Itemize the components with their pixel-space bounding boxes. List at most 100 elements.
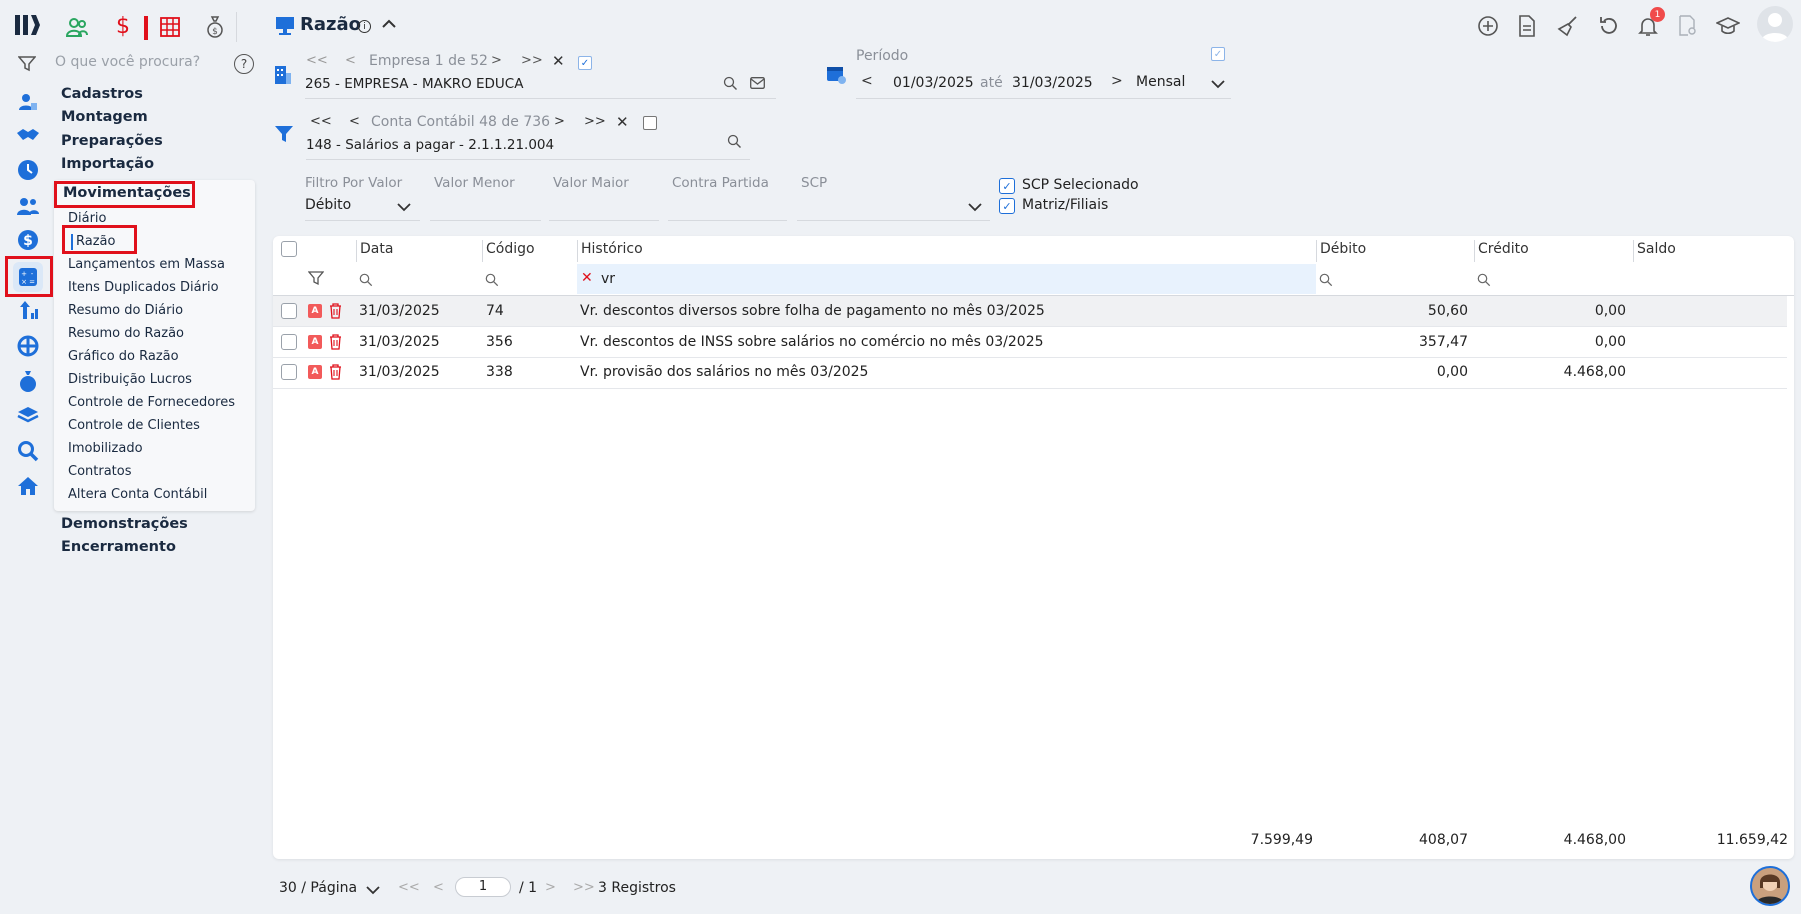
empresa-clear-icon[interactable]: ✕ xyxy=(552,52,565,70)
row-checkbox[interactable] xyxy=(281,303,297,319)
periodo-prev-button[interactable]: < xyxy=(861,73,873,89)
submenu-controle-clientes[interactable]: Controle de Clientes xyxy=(68,418,200,433)
submenu-imobilizado[interactable]: Imobilizado xyxy=(68,441,143,456)
trash-icon[interactable] xyxy=(329,303,342,323)
help-icon[interactable]: ? xyxy=(234,54,254,74)
codigo-filter-search-icon[interactable] xyxy=(485,273,499,287)
filtro-por-valor-select[interactable]: Débito xyxy=(305,197,351,213)
handshake-icon[interactable] xyxy=(12,119,44,151)
graduation-cap-icon[interactable] xyxy=(1715,16,1741,40)
credito-filter-search-icon[interactable] xyxy=(1477,273,1491,287)
column-header-data[interactable]: Data xyxy=(360,241,393,257)
page-prev-button[interactable]: < xyxy=(433,880,444,895)
empresa-mail-icon[interactable] xyxy=(750,77,765,93)
menu-importacao[interactable]: Importação xyxy=(61,156,154,172)
historico-filter-clear-icon[interactable]: ✕ xyxy=(581,270,593,286)
chevron-down-icon[interactable] xyxy=(968,200,982,216)
empresa-last-button[interactable]: >> xyxy=(521,53,543,68)
filter-icon[interactable] xyxy=(17,56,37,76)
menu-encerramento[interactable]: Encerramento xyxy=(61,539,176,555)
submenu-resumo-razao[interactable]: Resumo do Razão xyxy=(68,326,184,341)
column-header-credito[interactable]: Crédito xyxy=(1478,241,1529,257)
add-circle-icon[interactable] xyxy=(1477,15,1499,41)
app-switcher-finance-icon[interactable]: $ xyxy=(116,14,130,39)
data-filter-search-icon[interactable] xyxy=(359,273,373,287)
network-icon[interactable] xyxy=(12,330,44,362)
column-header-debito[interactable]: Débito xyxy=(1320,241,1366,257)
table-row[interactable]: A 31/03/2025 74 Vr. descontos diversos s… xyxy=(273,296,1787,327)
info-icon[interactable]: i xyxy=(358,20,371,33)
page-last-button[interactable]: >> xyxy=(573,880,595,895)
app-switcher-spreadsheet-icon[interactable] xyxy=(160,17,180,41)
scp-selecionado-checkbox[interactable]: ✓ xyxy=(999,178,1015,194)
empresa-checkbox[interactable]: ✓ xyxy=(578,56,592,70)
clock-icon[interactable] xyxy=(12,154,44,186)
page-first-button[interactable]: << xyxy=(398,880,420,895)
row-checkbox[interactable] xyxy=(281,364,297,380)
refresh-icon[interactable] xyxy=(1598,15,1620,41)
table-row[interactable]: A 31/03/2025 356 Vr. descontos de INSS s… xyxy=(273,327,1787,358)
menu-montagem[interactable]: Montagem xyxy=(61,109,148,125)
periodo-mode-select[interactable]: Mensal xyxy=(1136,74,1185,90)
support-assistant-avatar[interactable] xyxy=(1750,866,1790,906)
menu-cadastros[interactable]: Cadastros xyxy=(61,86,143,102)
periodo-end-date[interactable]: 31/03/2025 xyxy=(1012,75,1093,91)
users-icon[interactable] xyxy=(12,190,44,222)
submenu-diario[interactable]: Diário xyxy=(68,211,107,226)
row-a-badge[interactable]: A xyxy=(308,304,322,318)
layers-icon[interactable] xyxy=(12,400,44,432)
chevron-down-icon[interactable] xyxy=(1211,77,1225,93)
valor-maior-input[interactable] xyxy=(549,195,659,219)
submenu-controle-fornecedores[interactable]: Controle de Fornecedores xyxy=(68,395,235,410)
app-logo[interactable] xyxy=(14,12,42,38)
conta-next-button[interactable]: > xyxy=(554,114,565,129)
per-page-select[interactable]: 30 / Página xyxy=(279,880,357,896)
conta-search-icon[interactable] xyxy=(727,134,742,153)
table-row[interactable]: A 31/03/2025 338 Vr. provisão dos salári… xyxy=(273,358,1787,389)
empresa-field[interactable]: 265 - EMPRESA - MAKRO EDUCA xyxy=(305,76,523,92)
page-number-input[interactable]: 1 xyxy=(455,877,511,897)
menu-preparacoes[interactable]: Preparações xyxy=(61,133,163,149)
report-search-icon[interactable] xyxy=(1678,15,1698,41)
empresa-search-icon[interactable] xyxy=(723,76,738,95)
row-filter-icon[interactable] xyxy=(307,271,325,290)
debito-filter-search-icon[interactable] xyxy=(1319,273,1333,287)
conta-first-button[interactable]: << xyxy=(310,114,332,129)
column-header-historico[interactable]: Histórico xyxy=(581,241,643,257)
user-avatar[interactable] xyxy=(1757,6,1793,42)
broom-icon[interactable] xyxy=(1557,15,1579,41)
row-checkbox[interactable] xyxy=(281,334,297,350)
empresa-first-button[interactable]: << xyxy=(306,53,328,68)
chevron-up-icon[interactable] xyxy=(381,18,397,34)
column-header-saldo[interactable]: Saldo xyxy=(1637,241,1676,257)
conta-last-button[interactable]: >> xyxy=(584,114,606,129)
submenu-resumo-diario[interactable]: Resumo do Diário xyxy=(68,303,183,318)
chevron-down-icon[interactable] xyxy=(397,200,411,216)
valor-menor-input[interactable] xyxy=(430,195,541,219)
user-tag-icon[interactable] xyxy=(12,86,44,118)
periodo-checkbox[interactable]: ✓ xyxy=(1211,47,1225,61)
empresa-next-button[interactable]: > xyxy=(491,53,502,68)
periodo-next-button[interactable]: > xyxy=(1111,73,1123,89)
menu-demonstracoes[interactable]: Demonstrações xyxy=(61,516,188,532)
submenu-itens-duplicados[interactable]: Itens Duplicados Diário xyxy=(68,280,219,295)
chevron-down-icon[interactable] xyxy=(366,883,380,899)
app-switcher-moneybag-icon[interactable]: $ xyxy=(206,16,224,42)
conta-prev-button[interactable]: < xyxy=(349,114,360,129)
empresa-prev-button[interactable]: < xyxy=(345,53,356,68)
search-input[interactable]: O que você procura? xyxy=(55,54,200,70)
row-a-badge[interactable]: A xyxy=(308,365,322,379)
document-icon[interactable] xyxy=(1518,15,1536,41)
scp-select[interactable] xyxy=(797,195,990,219)
app-switcher-contacts-icon[interactable] xyxy=(65,16,88,42)
trash-icon[interactable] xyxy=(329,364,342,384)
upload-chart-icon[interactable] xyxy=(12,294,44,326)
dollar-icon[interactable]: $ xyxy=(12,224,44,256)
conta-field[interactable]: 148 - Salários a pagar - 2.1.1.21.004 xyxy=(306,137,554,153)
submenu-distribuicao-lucros[interactable]: Distribuição Lucros xyxy=(68,372,192,387)
matriz-filiais-checkbox[interactable]: ✓ xyxy=(999,198,1015,214)
row-a-badge[interactable]: A xyxy=(308,335,322,349)
trash-icon[interactable] xyxy=(329,334,342,354)
submenu-altera-conta[interactable]: Altera Conta Contábil xyxy=(68,487,207,502)
search-icon[interactable] xyxy=(12,435,44,467)
